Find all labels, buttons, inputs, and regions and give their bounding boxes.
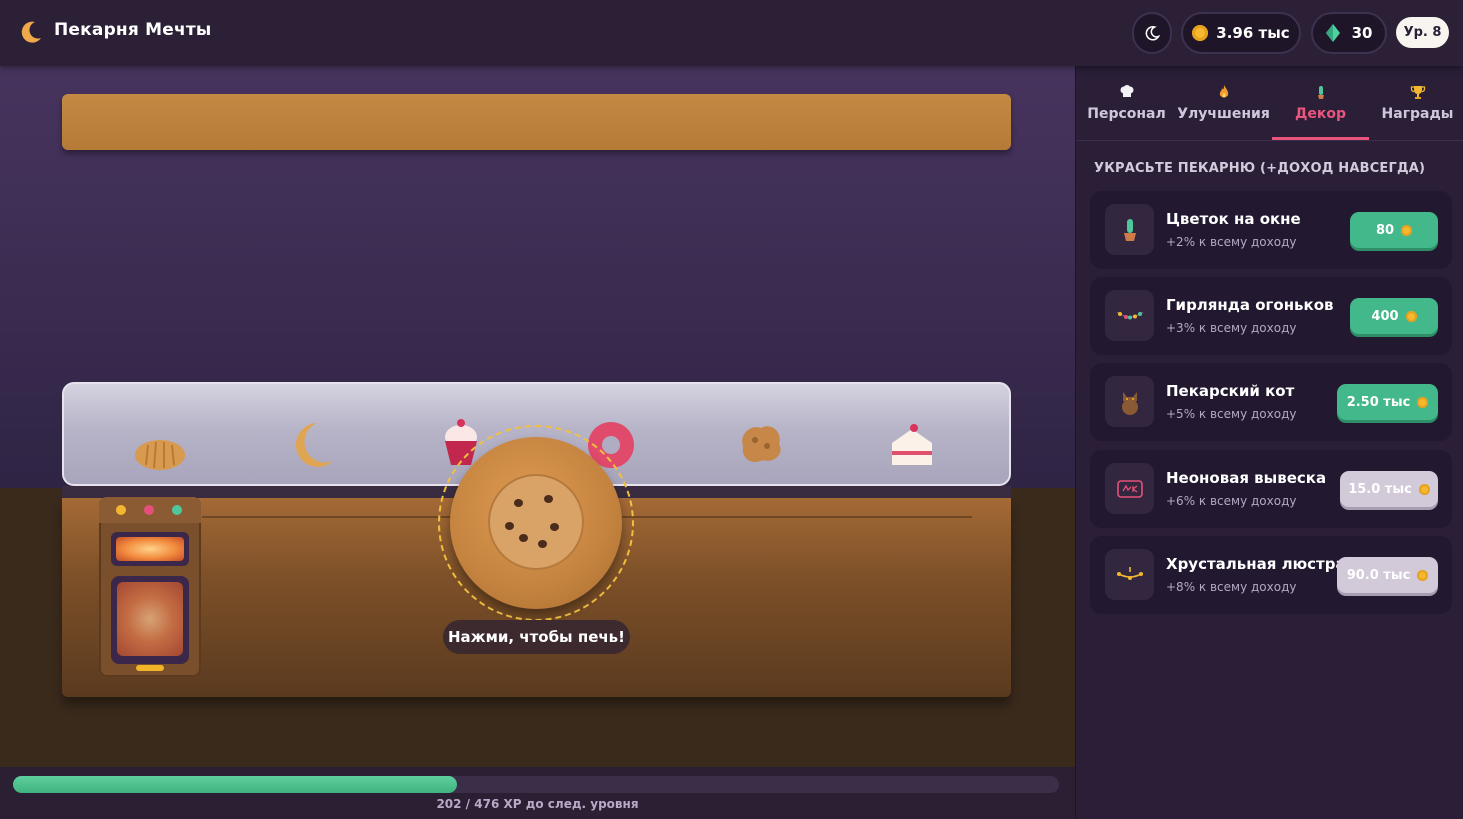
- tab-decor[interactable]: Декор: [1272, 66, 1369, 140]
- item-name: Хрустальная люстра: [1166, 555, 1346, 573]
- oven-light-pink: [144, 505, 154, 515]
- buy-button[interactable]: 400: [1350, 298, 1438, 334]
- coin-balance-value: 3.96 тыс: [1216, 24, 1290, 42]
- oven-handle: [136, 665, 164, 671]
- tab-staff[interactable]: Персонал: [1078, 66, 1175, 140]
- potted-cactus-icon: [1123, 218, 1136, 241]
- buy-button[interactable]: 2.50 тыс: [1337, 384, 1438, 420]
- coin-icon: [1417, 569, 1429, 581]
- bakery-scene: Нажми, чтобы печь!: [0, 66, 1075, 767]
- app-title: Пекарня Мечты: [54, 20, 212, 40]
- bake-prompt: Нажми, чтобы печь!: [443, 620, 630, 654]
- item-description: +3% к всему доходу: [1166, 321, 1297, 335]
- string-lights-icon: [1116, 311, 1143, 319]
- item-description: +8% к всему доходу: [1166, 580, 1297, 594]
- cookie-icon: [742, 426, 781, 463]
- item-icon-box: [1105, 376, 1154, 427]
- cat-icon: [1121, 391, 1138, 415]
- chocolate-chip: [550, 523, 559, 531]
- bread-icon: [135, 440, 185, 470]
- tab-label: Персонал: [1087, 106, 1166, 122]
- chandelier-icon: [1116, 566, 1143, 580]
- item-name: Неоновая вывеска: [1166, 469, 1327, 487]
- xp-progress-fill: [13, 776, 457, 793]
- oven-top-window: [111, 532, 189, 566]
- buy-price: 80: [1375, 222, 1395, 238]
- item-icon-box: [1105, 549, 1154, 600]
- cookie-center: [488, 474, 584, 570]
- tab-label: Декор: [1294, 106, 1347, 122]
- oven-light-green: [172, 505, 182, 515]
- buy-button-locked[interactable]: 90.0 тыс: [1337, 557, 1438, 593]
- decor-item-neon: Неоновая вывеска +6% к всему доходу 15.0…: [1090, 450, 1452, 528]
- decor-item-flower: Цветок на окне +2% к всему доходу 80: [1090, 191, 1452, 269]
- xp-progress-track: [13, 776, 1059, 793]
- item-description: +6% к всему доходу: [1166, 494, 1297, 508]
- decor-item-cat: Пекарский кот +5% к всему доходу 2.50 ты…: [1090, 363, 1452, 441]
- item-name: Цветок на окне: [1166, 210, 1301, 228]
- decor-item-chandelier: Хрустальная люстра +8% к всему доходу 90…: [1090, 536, 1452, 614]
- theme-toggle-button[interactable]: [1132, 12, 1172, 54]
- chocolate-chip: [538, 540, 547, 548]
- buy-price: 15.0 тыс: [1348, 481, 1412, 497]
- item-description: +5% к всему доходу: [1166, 407, 1297, 421]
- buy-price: 90.0 тыс: [1346, 567, 1411, 583]
- gem-balance-value: 30: [1351, 24, 1373, 42]
- moon-logo-icon: [21, 21, 41, 43]
- xp-progress-label: 202 / 476 XP до след. уровня: [436, 797, 639, 811]
- buy-button-locked[interactable]: 15.0 тыс: [1340, 471, 1438, 507]
- coin-icon: [1418, 483, 1430, 495]
- oven-control-panel: [99, 497, 201, 523]
- chocolate-chip: [544, 495, 553, 503]
- section-title: УКРАСЬТЕ ПЕКАРНЮ (+ДОХОД НАВСЕГДА): [1094, 161, 1426, 176]
- item-icon-box: [1105, 204, 1154, 255]
- chocolate-chip: [519, 534, 528, 542]
- tab-upgrades[interactable]: Улучшения: [1175, 66, 1272, 140]
- moon-icon: [1145, 26, 1160, 41]
- cactus-icon: [1317, 86, 1324, 99]
- tab-label: Улучшения: [1177, 106, 1270, 122]
- buy-button[interactable]: 80: [1350, 212, 1438, 248]
- tab-rewards[interactable]: Награды: [1369, 66, 1463, 140]
- coin-icon: [1192, 25, 1209, 41]
- item-description: +2% к всему доходу: [1166, 235, 1297, 249]
- shop-tabs: Персонал Улучшения Декор Награды: [1076, 66, 1463, 141]
- oven[interactable]: [99, 497, 201, 677]
- buy-price: 400: [1371, 308, 1399, 324]
- croissant-icon: [295, 423, 333, 467]
- coin-balance: 3.96 тыс: [1181, 12, 1301, 54]
- decor-item-lights: Гирлянда огоньков +3% к всему доходу 400: [1090, 277, 1452, 355]
- chocolate-chip: [505, 522, 514, 530]
- shop-sidebar: Персонал Улучшения Декор Награды УКРАСЬТ…: [1075, 66, 1463, 819]
- neon-sign-icon: [1116, 479, 1143, 498]
- flame-icon: [1219, 85, 1228, 98]
- oven-main-window: [111, 576, 189, 664]
- xp-panel: 202 / 476 XP до след. уровня: [0, 767, 1075, 819]
- chocolate-chip: [514, 499, 523, 507]
- trophy-icon: [1410, 86, 1425, 99]
- item-icon-box: [1105, 463, 1154, 514]
- item-name: Гирлянда огоньков: [1166, 296, 1334, 314]
- top-bar: Пекарня Мечты 3.96 тыс 30 Ур. 8: [0, 0, 1463, 66]
- tab-label: Награды: [1381, 106, 1454, 122]
- item-icon-box: [1105, 290, 1154, 341]
- coin-icon: [1417, 396, 1429, 408]
- oven-light-yellow: [116, 505, 126, 515]
- buy-price: 2.50 тыс: [1346, 394, 1411, 410]
- chef-hat-icon: [1120, 85, 1133, 97]
- gem-balance: 30: [1311, 12, 1387, 54]
- level-badge: Ур. 8: [1396, 17, 1449, 48]
- wall-shelf: [62, 94, 1011, 150]
- coin-icon: [1401, 224, 1413, 236]
- gem-icon: [1325, 24, 1340, 42]
- item-name: Пекарский кот: [1166, 382, 1295, 400]
- cake-icon: [892, 424, 932, 465]
- coin-icon: [1405, 310, 1417, 322]
